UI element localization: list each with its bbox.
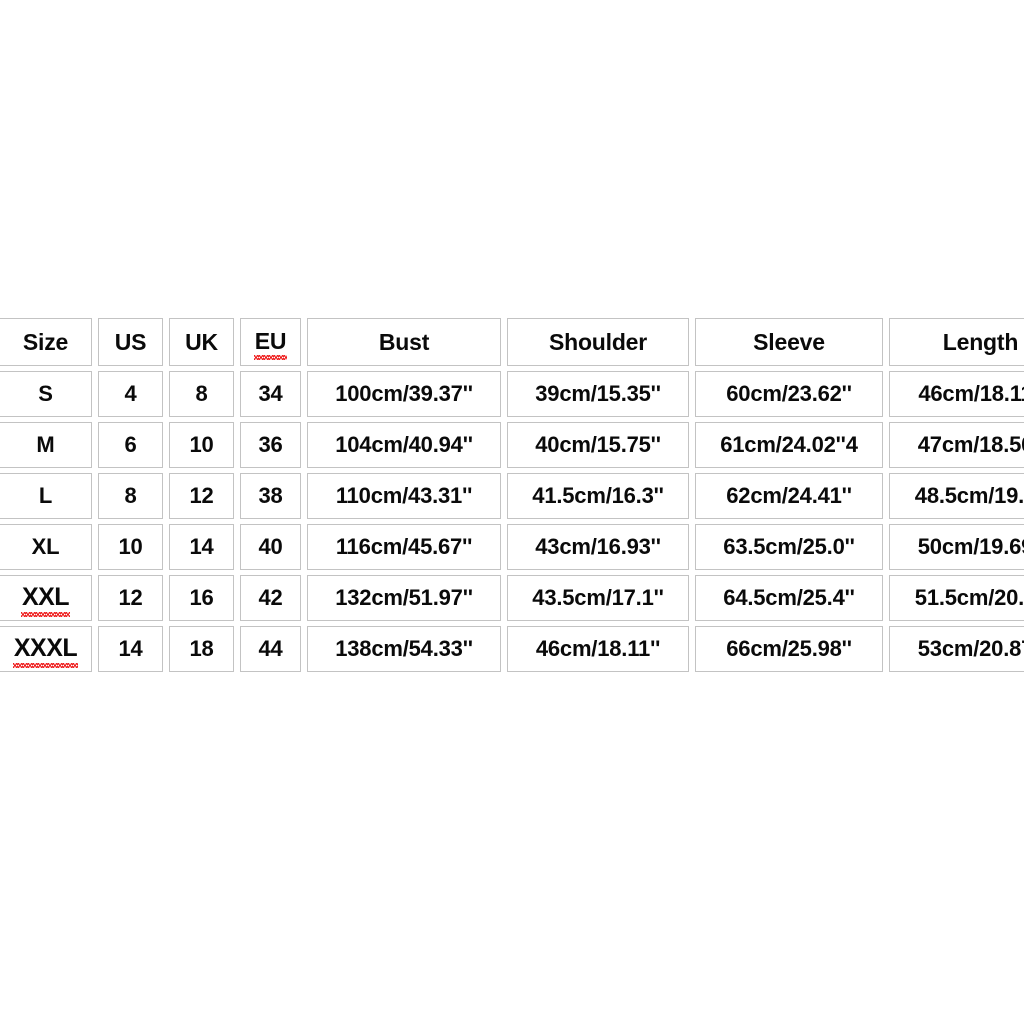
cell-bust: 132cm/51.97'' — [307, 575, 501, 621]
cell-us: 12 — [98, 575, 163, 621]
cell-bust: 110cm/43.31'' — [307, 473, 501, 519]
cell-eu: 36 — [240, 422, 301, 468]
header-row: Size US UK EU Bust Shoulder Sleeve Length — [0, 318, 1024, 366]
column-header-eu: EU — [240, 318, 301, 366]
size-chart-container: Size US UK EU Bust Shoulder Sleeve Length S 4 8 34… — [0, 313, 1024, 703]
cell-shoulder: 40cm/15.75'' — [507, 422, 689, 468]
cell-size: M — [0, 422, 92, 468]
cell-shoulder: 39cm/15.35'' — [507, 371, 689, 417]
cell-uk: 16 — [169, 575, 234, 621]
cell-size: XL — [0, 524, 92, 570]
cell-size: L — [0, 473, 92, 519]
cell-eu: 38 — [240, 473, 301, 519]
spellcheck-underline-icon: EU — [253, 328, 287, 360]
cell-length: 48.5cm/19.1'' — [889, 473, 1024, 519]
cell-sleeve: 60cm/23.62'' — [695, 371, 883, 417]
cell-shoulder: 41.5cm/16.3'' — [507, 473, 689, 519]
cell-sleeve: 64.5cm/25.4'' — [695, 575, 883, 621]
cell-length: 50cm/19.69'' — [889, 524, 1024, 570]
spellcheck-underline-icon: XXL — [20, 583, 71, 617]
column-header-shoulder: Shoulder — [507, 318, 689, 366]
table-row: L 8 12 38 110cm/43.31'' 41.5cm/16.3'' 62cm/24.… — [0, 473, 1024, 519]
cell-length: 47cm/18.50'' — [889, 422, 1024, 468]
cell-size: S — [0, 371, 92, 417]
cell-bust: 100cm/39.37'' — [307, 371, 501, 417]
column-header-uk: UK — [169, 318, 234, 366]
cell-shoulder: 43.5cm/17.1'' — [507, 575, 689, 621]
cell-size: XXL — [0, 575, 92, 621]
table-row: XXXL 14 18 44 138cm/54.33'' 46cm/18.11'' 66cm/… — [0, 626, 1024, 672]
table-body: S 4 8 34 100cm/39.37'' 39cm/15.35'' 60cm/23.62… — [0, 371, 1024, 672]
cell-us: 6 — [98, 422, 163, 468]
cell-sleeve: 66cm/25.98'' — [695, 626, 883, 672]
size-chart-table: Size US UK EU Bust Shoulder Sleeve Length S 4 8 34… — [0, 313, 1024, 677]
cell-length: 46cm/18.11'' — [889, 371, 1024, 417]
cell-uk: 10 — [169, 422, 234, 468]
cell-bust: 116cm/45.67'' — [307, 524, 501, 570]
cell-uk: 14 — [169, 524, 234, 570]
cell-eu: 40 — [240, 524, 301, 570]
cell-eu: 42 — [240, 575, 301, 621]
cell-us: 4 — [98, 371, 163, 417]
table-row: XXL 12 16 42 132cm/51.97'' 43.5cm/17.1'' 64.5c… — [0, 575, 1024, 621]
cell-uk: 8 — [169, 371, 234, 417]
cell-eu: 44 — [240, 626, 301, 672]
cell-uk: 18 — [169, 626, 234, 672]
cell-us: 8 — [98, 473, 163, 519]
table-header: Size US UK EU Bust Shoulder Sleeve Length — [0, 318, 1024, 366]
cell-sleeve: 61cm/24.02''4 — [695, 422, 883, 468]
cell-shoulder: 46cm/18.11'' — [507, 626, 689, 672]
table-row: S 4 8 34 100cm/39.37'' 39cm/15.35'' 60cm/23.62… — [0, 371, 1024, 417]
cell-size: XXXL — [0, 626, 92, 672]
cell-us: 10 — [98, 524, 163, 570]
cell-bust: 104cm/40.94'' — [307, 422, 501, 468]
column-header-us: US — [98, 318, 163, 366]
table-row: XL 10 14 40 116cm/45.67'' 43cm/16.93'' 63.5cm/… — [0, 524, 1024, 570]
cell-sleeve: 62cm/24.41'' — [695, 473, 883, 519]
column-header-sleeve: Sleeve — [695, 318, 883, 366]
cell-shoulder: 43cm/16.93'' — [507, 524, 689, 570]
cell-length: 53cm/20.87'' — [889, 626, 1024, 672]
cell-us: 14 — [98, 626, 163, 672]
cell-length: 51.5cm/20.3'' — [889, 575, 1024, 621]
cell-eu: 34 — [240, 371, 301, 417]
cell-bust: 138cm/54.33'' — [307, 626, 501, 672]
column-header-size: Size — [0, 318, 92, 366]
cell-sleeve: 63.5cm/25.0'' — [695, 524, 883, 570]
spellcheck-underline-icon: XXXL — [12, 634, 79, 668]
column-header-length: Length — [889, 318, 1024, 366]
table-row: M 6 10 36 104cm/40.94'' 40cm/15.75'' 61cm/24.0… — [0, 422, 1024, 468]
cell-uk: 12 — [169, 473, 234, 519]
column-header-bust: Bust — [307, 318, 501, 366]
